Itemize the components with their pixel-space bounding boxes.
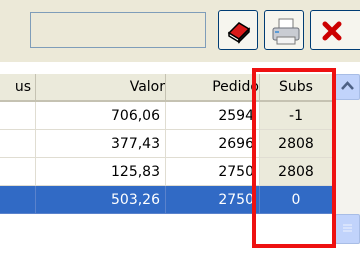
pedido-cell: 2696 xyxy=(166,130,260,158)
column-header-partial[interactable]: us xyxy=(0,74,36,100)
scroll-up-button[interactable] xyxy=(335,74,360,100)
pedido-cell: 2750 xyxy=(166,186,260,214)
data-grid: us Valor Pedido Subs 706,06 2594 -1 377,… xyxy=(0,74,360,244)
table-cell xyxy=(0,102,36,130)
subs-cell: -1 xyxy=(260,102,333,130)
toolbar-text-field[interactable] xyxy=(30,12,206,48)
print-button[interactable] xyxy=(264,10,304,50)
table-row[interactable]: 706,06 2594 -1 xyxy=(0,102,333,130)
valor-cell: 377,43 xyxy=(36,130,166,158)
table-row-selected[interactable]: 503,26 2750 0 xyxy=(0,186,333,214)
subs-cell: 0 xyxy=(260,186,333,214)
subs-cell: 2808 xyxy=(260,130,333,158)
grid-header: us Valor Pedido Subs xyxy=(0,74,333,102)
toolbar xyxy=(0,0,360,62)
table-cell xyxy=(0,158,36,186)
grip-icon xyxy=(336,224,359,247)
table-cell xyxy=(0,186,36,214)
column-header-subs[interactable]: Subs xyxy=(260,74,333,100)
valor-cell: 503,26 xyxy=(36,186,166,214)
eraser-button[interactable] xyxy=(218,10,258,50)
scrollbar-thumb[interactable] xyxy=(335,214,360,244)
table-cell xyxy=(0,130,36,158)
table-row[interactable]: 377,43 2696 2808 xyxy=(0,130,333,158)
vertical-scrollbar[interactable] xyxy=(335,74,360,244)
subs-cell: 2808 xyxy=(260,158,333,186)
pedido-cell: 2594 xyxy=(166,102,260,130)
column-header-valor[interactable]: Valor xyxy=(36,74,166,100)
valor-cell: 706,06 xyxy=(36,102,166,130)
close-button[interactable] xyxy=(310,10,360,50)
pedido-cell: 2750 xyxy=(166,158,260,186)
table-row[interactable]: 125,83 2750 2808 xyxy=(0,158,333,186)
chevron-up-icon xyxy=(336,81,359,103)
column-header-pedido[interactable]: Pedido xyxy=(166,74,260,100)
valor-cell: 125,83 xyxy=(36,158,166,186)
